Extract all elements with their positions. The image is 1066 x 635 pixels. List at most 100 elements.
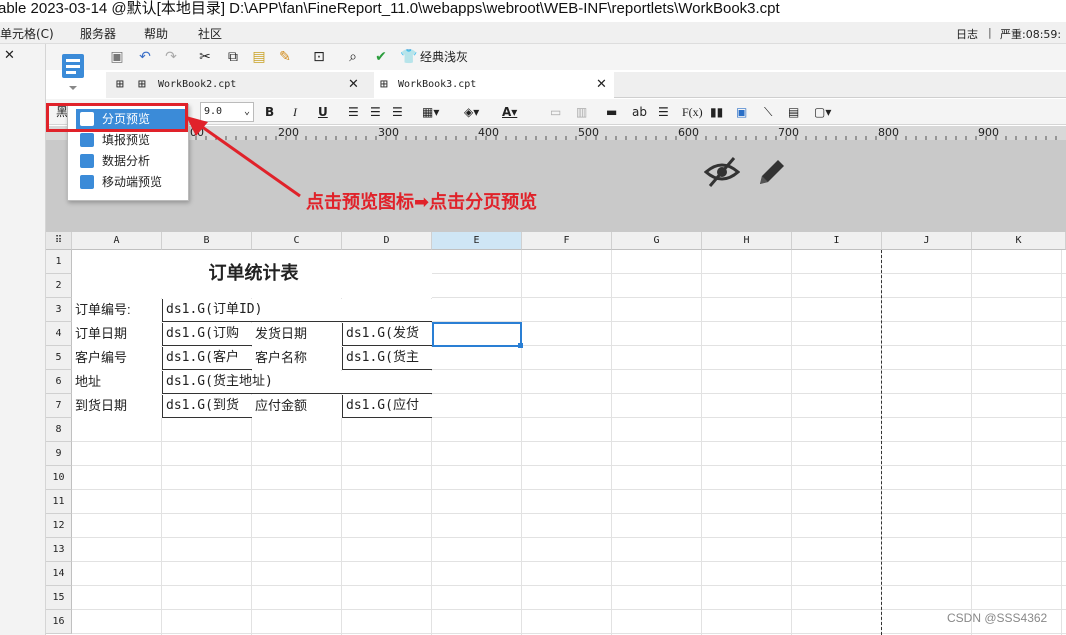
column-header[interactable]: H <box>702 232 792 250</box>
cell-b6[interactable]: ds1.G(货主地址) <box>162 371 432 394</box>
column-header[interactable]: G <box>612 232 702 250</box>
row-header[interactable]: 5 <box>46 346 72 370</box>
insert-row-icon[interactable]: ▬ <box>606 103 617 121</box>
severity-status: 严重:08:59: <box>1000 28 1062 41</box>
format-painter-icon[interactable]: ✎ <box>276 48 294 66</box>
pencil-icon[interactable] <box>756 154 788 188</box>
grid-row-line <box>72 537 1066 538</box>
menu-item-data-analysis[interactable]: 数据分析 <box>76 151 186 171</box>
menu-cell[interactable]: 单元格(C) <box>0 25 54 42</box>
underline-button[interactable]: U <box>318 103 328 121</box>
redo-icon[interactable]: ↷ <box>162 48 180 66</box>
cell-a4[interactable]: 订单日期 <box>72 323 162 346</box>
cell-a7[interactable]: 到货日期 <box>72 395 162 418</box>
selected-cell-e4[interactable] <box>432 322 522 347</box>
row-header[interactable]: 7 <box>46 394 72 418</box>
column-header[interactable]: A <box>72 232 162 250</box>
align-center-icon[interactable]: ☰ <box>370 103 381 121</box>
column-header[interactable]: J <box>882 232 972 250</box>
row-header[interactable]: 8 <box>46 418 72 442</box>
fill-color-icon[interactable]: ◈▾ <box>464 103 479 121</box>
template-params-icon[interactable]: ⊡ <box>310 48 328 66</box>
row-header[interactable]: 4 <box>46 322 72 346</box>
row-header[interactable]: 16 <box>46 610 72 634</box>
cell-b7[interactable]: ds1.G(到货 <box>162 395 252 418</box>
copy-icon[interactable]: ⧉ <box>224 48 242 66</box>
close-icon[interactable]: ✕ <box>596 72 607 98</box>
paragraph-icon[interactable]: ☰ <box>658 103 669 121</box>
align-right-icon[interactable]: ☰ <box>392 103 403 121</box>
row-header[interactable]: 14 <box>46 562 72 586</box>
align-left-icon[interactable]: ☰ <box>348 103 359 121</box>
cell-c5[interactable]: 客户名称 <box>252 347 342 370</box>
grid-icon: ⊞ <box>380 77 388 92</box>
image-icon[interactable]: ▣ <box>736 103 747 121</box>
border-icon[interactable]: ▦▾ <box>422 103 439 121</box>
row-header[interactable]: 9 <box>46 442 72 466</box>
row-header[interactable]: 1 <box>46 250 72 274</box>
theme-icon[interactable]: 👕 <box>400 48 418 66</box>
column-header[interactable]: K <box>972 232 1066 250</box>
column-header[interactable]: E <box>432 232 522 250</box>
grid-row-line <box>72 561 1066 562</box>
cell-d4[interactable]: ds1.G(发货 <box>342 323 432 346</box>
menu-community[interactable]: 社区 <box>198 25 222 42</box>
slash-icon[interactable]: ⟍ <box>764 103 772 121</box>
undo-icon[interactable]: ↶ <box>136 48 154 66</box>
cell-a6[interactable]: 地址 <box>72 371 162 394</box>
report-title[interactable]: 订单统计表 <box>72 250 432 298</box>
cell-a5[interactable]: 客户编号 <box>72 347 162 370</box>
theme-label[interactable]: 经典浅灰 <box>420 48 490 66</box>
row-header[interactable]: 6 <box>46 370 72 394</box>
split-icon[interactable]: ▥ <box>576 103 587 121</box>
row-header[interactable]: 2 <box>46 274 72 298</box>
save-icon[interactable]: ▣ <box>108 48 126 66</box>
collapse-icon[interactable]: ✕ <box>4 48 15 63</box>
paste-icon[interactable]: ▤ <box>250 48 268 66</box>
main-toolbar: ▣ ↶ ↷ ✂ ⧉ ▤ ✎ ⊡ ⌕ ✔ 👕 经典浅灰 <box>46 44 1066 70</box>
check-icon[interactable]: ✔ <box>372 48 390 66</box>
menu-item-mobile-preview[interactable]: 移动端预览 <box>76 172 186 192</box>
row-header[interactable]: 12 <box>46 514 72 538</box>
merge-icon[interactable]: ▭ <box>550 103 561 121</box>
cell-b5[interactable]: ds1.G(客户 <box>162 347 252 370</box>
cell-c4[interactable]: 发货日期 <box>252 323 342 346</box>
more-icon[interactable]: ▢▾ <box>814 103 831 121</box>
column-header[interactable]: I <box>792 232 882 250</box>
cell-d7[interactable]: ds1.G(应付 <box>342 395 432 418</box>
search-icon[interactable]: ⌕ <box>344 48 362 66</box>
grid-column-line <box>971 250 972 635</box>
formula-icon[interactable]: F(x) <box>682 103 703 121</box>
menu-item-fill-preview[interactable]: 填报预览 <box>76 130 186 150</box>
column-header[interactable]: C <box>252 232 342 250</box>
row-header[interactable]: 3 <box>46 298 72 322</box>
text-icon[interactable]: ab <box>632 103 647 121</box>
cell-a3[interactable]: 订单编号: <box>72 299 162 322</box>
font-color-icon[interactable]: A▾ <box>502 103 517 121</box>
fill-handle[interactable] <box>518 343 523 348</box>
cell-d5[interactable]: ds1.G(货主 <box>342 347 432 370</box>
chart-icon[interactable]: ▮▮ <box>710 103 723 121</box>
preview-icon[interactable] <box>58 50 88 92</box>
cell-b3[interactable]: ds1.G(订单ID) <box>162 299 432 322</box>
cell-c7[interactable]: 应付金额 <box>252 395 342 418</box>
close-icon[interactable]: ✕ <box>348 72 359 98</box>
menu-server[interactable]: 服务器 <box>80 25 116 42</box>
row-header[interactable]: 11 <box>46 490 72 514</box>
row-header[interactable]: 15 <box>46 586 72 610</box>
tab-workbook2[interactable]: ⊞ ⊞ WorkBook2.cpt ✕ <box>106 72 374 98</box>
cut-icon[interactable]: ✂ <box>196 48 214 66</box>
row-header[interactable]: 13 <box>46 538 72 562</box>
log-button[interactable]: 日志 <box>956 26 978 42</box>
column-header[interactable]: F <box>522 232 612 250</box>
select-all-corner[interactable]: ⠿ <box>46 232 72 250</box>
column-header[interactable]: D <box>342 232 432 250</box>
column-header[interactable]: B <box>162 232 252 250</box>
row-header[interactable]: 10 <box>46 466 72 490</box>
menu-help[interactable]: 帮助 <box>144 25 168 42</box>
subreport-icon[interactable]: ▤ <box>788 103 799 121</box>
eye-off-icon[interactable] <box>704 156 740 188</box>
menu-bar: 单元格(C) 服务器 帮助 社区 日志 | 严重:08:59: <box>0 22 1066 44</box>
tab-workbook3[interactable]: ⊞ WorkBook3.cpt ✕ <box>374 72 614 98</box>
cell-b4[interactable]: ds1.G(订购 <box>162 323 252 346</box>
